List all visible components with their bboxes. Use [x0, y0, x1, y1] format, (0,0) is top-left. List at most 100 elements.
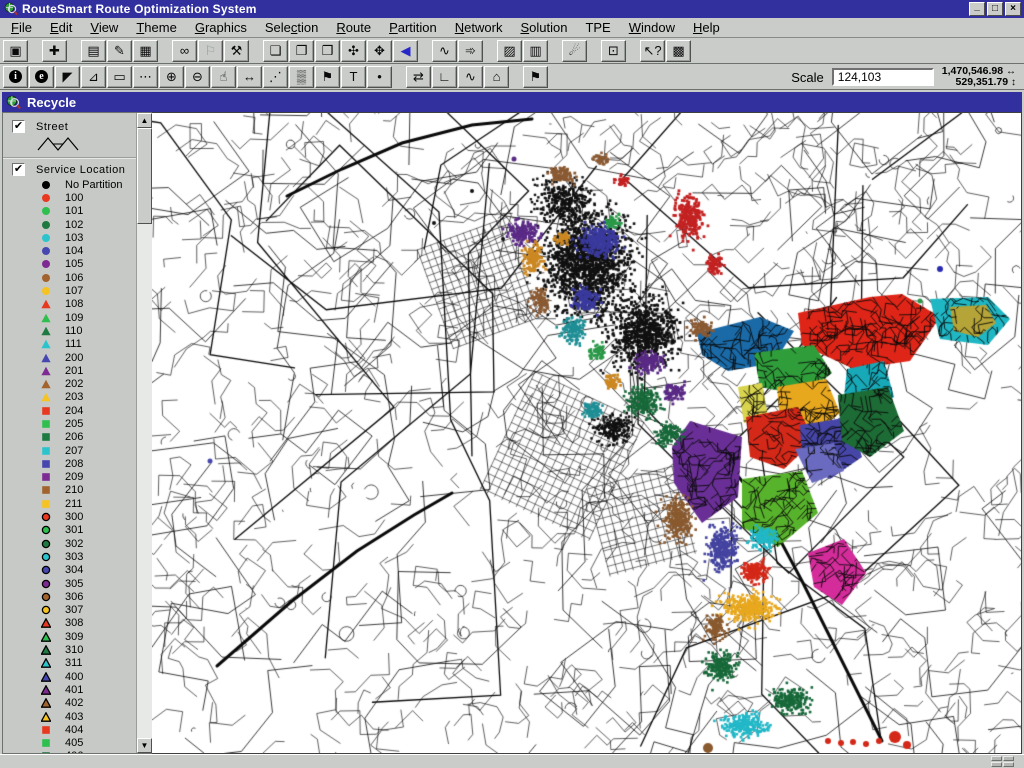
map-canvas[interactable]	[152, 113, 1021, 753]
add-data-button[interactable]: ✚	[42, 39, 67, 62]
flow-arrows-button[interactable]: ⇄	[406, 65, 431, 88]
street-checkbox[interactable]: ✔	[12, 120, 25, 133]
legend-item-209[interactable]: 209	[3, 471, 136, 484]
legend-item-no-partition[interactable]: No Partition	[3, 178, 136, 191]
menu-file[interactable]: File	[2, 18, 41, 37]
identify-button[interactable]: i	[3, 65, 28, 88]
zoom-in-button[interactable]: ⊕	[159, 65, 184, 88]
zoom-selected-button[interactable]: ✣	[341, 39, 366, 62]
legend-item-210[interactable]: 210	[3, 484, 136, 497]
menu-graphics[interactable]: Graphics	[186, 18, 256, 37]
legend-item-401[interactable]: 401	[3, 683, 136, 696]
legend-item-307[interactable]: 307	[3, 604, 136, 617]
legend-item-104[interactable]: 104	[3, 244, 136, 257]
close-button[interactable]: ×	[1005, 2, 1021, 16]
legend-item-200[interactable]: 200	[3, 351, 136, 364]
layout-button[interactable]: ▤	[81, 39, 106, 62]
legend-item-201[interactable]: 201	[3, 364, 136, 377]
help-pointer-button[interactable]: ↖?	[640, 39, 665, 62]
menu-network[interactable]: Network	[446, 18, 512, 37]
partition-pattern-button[interactable]: ▨	[497, 39, 522, 62]
legend-item-105[interactable]: 105	[3, 258, 136, 271]
scrollbar-track[interactable]	[137, 224, 152, 738]
legend-item-204[interactable]: 204	[3, 404, 136, 417]
menu-window[interactable]: Window	[620, 18, 684, 37]
legend-item-403[interactable]: 403	[3, 710, 136, 723]
route-path-button[interactable]: ➾	[458, 39, 483, 62]
pan-button[interactable]: ☝	[211, 65, 236, 88]
menu-solution[interactable]: Solution	[511, 18, 576, 37]
legend-item-300[interactable]: 300	[3, 510, 136, 523]
full-extent-button[interactable]: ✥	[367, 39, 392, 62]
address-button[interactable]: ⌂	[484, 65, 509, 88]
edit-line-button[interactable]: ✎	[107, 39, 132, 62]
maximize-button[interactable]: □	[987, 2, 1003, 16]
legend-item-302[interactable]: 302	[3, 537, 136, 550]
scale-input[interactable]	[831, 68, 934, 86]
legend-item-111[interactable]: 111	[3, 338, 136, 351]
legend-item-206[interactable]: 206	[3, 431, 136, 444]
legend-item-107[interactable]: 107	[3, 284, 136, 297]
menu-tpe[interactable]: TPE	[576, 18, 619, 37]
legend-item-309[interactable]: 309	[3, 630, 136, 643]
previous-extent-button[interactable]: ◀	[393, 39, 418, 62]
legend-item-102[interactable]: 102	[3, 218, 136, 231]
legend-item-106[interactable]: 106	[3, 271, 136, 284]
text-tool-button[interactable]: T	[341, 65, 366, 88]
scroll-down-button[interactable]: ▼	[137, 738, 152, 753]
legend-item-108[interactable]: 108	[3, 298, 136, 311]
select-area-button[interactable]: ⊡	[601, 39, 626, 62]
resize-grip-icon[interactable]	[991, 756, 1014, 767]
hotlink-button[interactable]: e	[29, 65, 54, 88]
test-hammer-button[interactable]: ⚒	[224, 39, 249, 62]
fill-dots-button[interactable]: ▒	[289, 65, 314, 88]
legend-item-103[interactable]: 103	[3, 231, 136, 244]
legend-item-101[interactable]: 101	[3, 205, 136, 218]
label-flag-button[interactable]: ⚑	[315, 65, 340, 88]
menu-route[interactable]: Route	[327, 18, 380, 37]
save-button[interactable]: ▣	[3, 39, 28, 62]
legend-item-207[interactable]: 207	[3, 444, 136, 457]
menu-partition[interactable]: Partition	[380, 18, 446, 37]
menu-help[interactable]: Help	[684, 18, 729, 37]
zoom-theme-button[interactable]: ❒	[315, 39, 340, 62]
pointer-button[interactable]: ◤	[55, 65, 80, 88]
legend-item-405[interactable]: 405	[3, 736, 136, 749]
legend-item-305[interactable]: 305	[3, 577, 136, 590]
legend-item-306[interactable]: 306	[3, 590, 136, 603]
measure-button[interactable]: ↔	[237, 65, 262, 88]
legend-item-110[interactable]: 110	[3, 324, 136, 337]
legend-item-304[interactable]: 304	[3, 564, 136, 577]
legend-item-303[interactable]: 303	[3, 550, 136, 563]
legend-item-402[interactable]: 402	[3, 697, 136, 710]
vertex-edit-button[interactable]: ⊿	[81, 65, 106, 88]
minimize-button[interactable]: _	[969, 2, 985, 16]
find-button[interactable]: ∞	[172, 39, 197, 62]
query-pin-button[interactable]: ⚐	[198, 39, 223, 62]
route-segment-button[interactable]: ∿	[432, 39, 457, 62]
legend-item-208[interactable]: 208	[3, 457, 136, 470]
menu-view[interactable]: View	[81, 18, 127, 37]
solve-comet-button[interactable]: ☄	[562, 39, 587, 62]
service-location-checkbox[interactable]: ✔	[12, 163, 25, 176]
hatch-button[interactable]: ⋰	[263, 65, 288, 88]
curve-button[interactable]: ∿	[458, 65, 483, 88]
legend-item-211[interactable]: 211	[3, 497, 136, 510]
legend-item-404[interactable]: 404	[3, 723, 136, 736]
menu-selection[interactable]: Selection	[256, 18, 328, 37]
edit-theme-button[interactable]: ❏	[263, 39, 288, 62]
dots-tool-button[interactable]: ⋯	[133, 65, 158, 88]
legend-item-109[interactable]: 109	[3, 311, 136, 324]
legend-item-406[interactable]: 406	[3, 750, 136, 753]
table-button[interactable]: ▦	[133, 39, 158, 62]
scrollbar-thumb[interactable]	[137, 128, 152, 224]
legend-item-310[interactable]: 310	[3, 643, 136, 656]
legend-item-311[interactable]: 311	[3, 657, 136, 670]
legend-item-205[interactable]: 205	[3, 417, 136, 430]
legend-item-308[interactable]: 308	[3, 617, 136, 630]
zoom-out-button[interactable]: ⊖	[185, 65, 210, 88]
menu-theme[interactable]: Theme	[127, 18, 185, 37]
menu-edit[interactable]: Edit	[41, 18, 81, 37]
select-rect-button[interactable]: ▭	[107, 65, 132, 88]
legend-item-202[interactable]: 202	[3, 377, 136, 390]
